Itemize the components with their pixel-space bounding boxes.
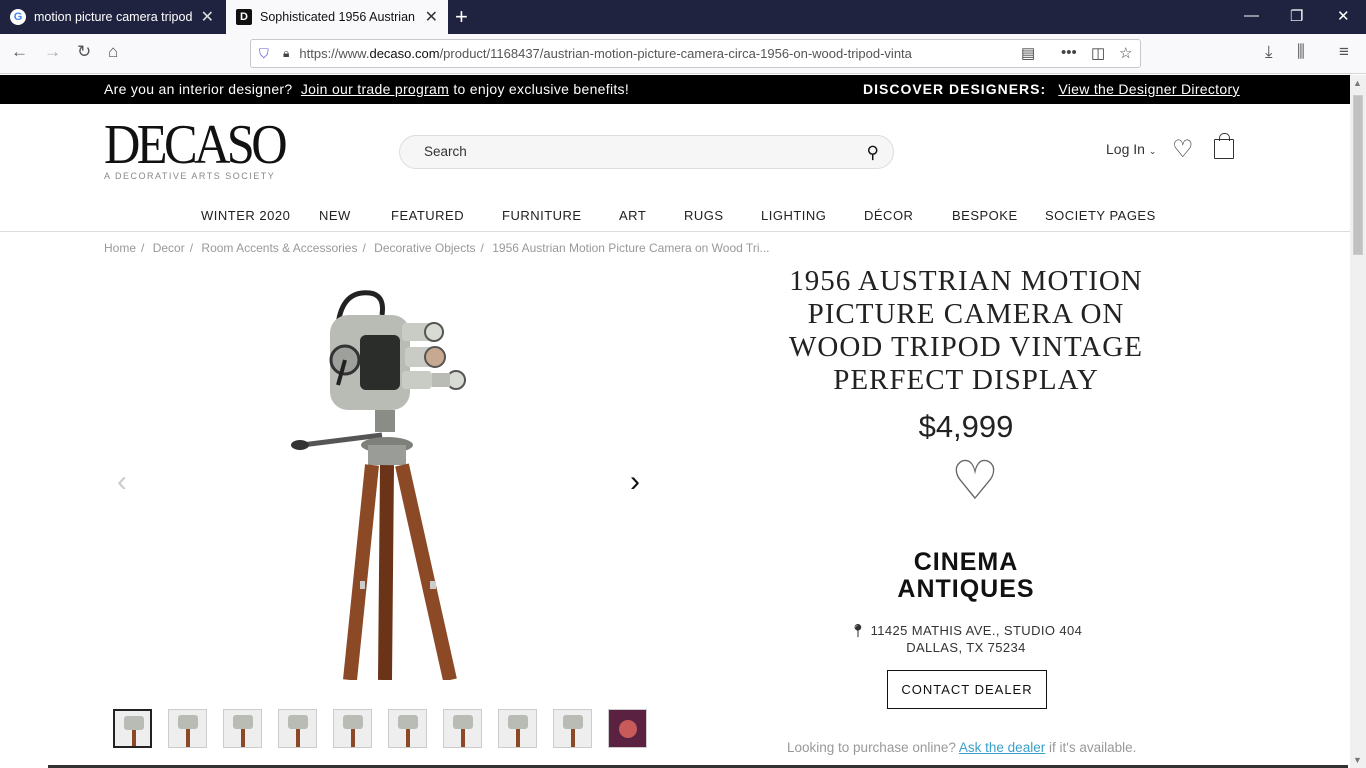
search-input[interactable] xyxy=(424,144,844,159)
scroll-up-icon[interactable]: ▲ xyxy=(1353,78,1362,88)
web-page: Are you an interior designer? Join our t… xyxy=(0,75,1350,768)
thumbnail-10[interactable] xyxy=(608,709,647,748)
reload-icon[interactable]: ↻ xyxy=(77,42,91,62)
downloads-icon[interactable]: ⤓ xyxy=(1265,42,1273,62)
back-icon[interactable]: ← xyxy=(11,42,28,62)
nav-decor[interactable]: DÉCOR xyxy=(864,208,913,223)
breadcrumb: Home / Decor / Room Accents & Accessories /… xyxy=(104,241,770,255)
address-bar[interactable]: ⛉ 🔒︎ https://www.decaso.com/product/1168… xyxy=(250,39,1141,68)
reader-view-icon[interactable]: ▤ xyxy=(1021,44,1035,62)
ask-dealer-link[interactable]: Ask the dealer xyxy=(959,740,1045,755)
purchase-online-note: Looking to purchase online? Ask the deal… xyxy=(787,740,1137,755)
url-text[interactable]: https://www.decaso.com/product/1168437/a… xyxy=(299,46,975,61)
thumbnail-2[interactable] xyxy=(168,709,207,748)
nav-new[interactable]: NEW xyxy=(319,208,351,223)
nav-lighting[interactable]: LIGHTING xyxy=(761,208,826,223)
close-tab-icon[interactable]: ✕ xyxy=(425,7,438,27)
browser-toolbar: ← → ↻ ⌂ ⛉ 🔒︎ https://www.decaso.com/prod… xyxy=(0,34,1366,74)
browser-tab-google[interactable]: G motion picture camera tripod - ✕ xyxy=(0,0,224,34)
home-icon[interactable]: ⌂ xyxy=(108,42,118,62)
restore-icon[interactable]: ❐ xyxy=(1290,7,1303,25)
login-menu[interactable]: Log In ⌄ xyxy=(1106,141,1156,157)
discover-designers: DISCOVER DESIGNERS: View the Designer Di… xyxy=(863,81,1240,97)
library-icon[interactable]: ⫼ xyxy=(1297,42,1305,62)
breadcrumb-home[interactable]: Home xyxy=(104,241,136,255)
designer-directory-link[interactable]: View the Designer Directory xyxy=(1058,81,1239,97)
nav-bespoke[interactable]: BESPOKE xyxy=(952,208,1018,223)
wishlist-heart-icon[interactable]: ♡ xyxy=(1172,135,1194,164)
breadcrumb-room-accents[interactable]: Room Accents & Accessories xyxy=(201,241,357,255)
shopping-bag-icon[interactable] xyxy=(1214,133,1234,159)
browser-tab-decaso[interactable]: D Sophisticated 1956 Austrian Mo ✕ xyxy=(226,0,448,34)
tab-title: Sophisticated 1956 Austrian Mo xyxy=(260,10,419,24)
decaso-favicon-icon: D xyxy=(236,9,252,25)
thumbnail-8[interactable] xyxy=(498,709,537,748)
search-box: ⚲ xyxy=(399,135,894,169)
thumbnail-1[interactable] xyxy=(113,709,152,748)
forward-icon[interactable]: → xyxy=(44,42,61,62)
thumbnail-3[interactable] xyxy=(223,709,262,748)
nav-furniture[interactable]: FURNITURE xyxy=(502,208,582,223)
browser-tab-bar: G motion picture camera tripod - ✕ D Sop… xyxy=(0,0,1366,34)
page-scrollbar[interactable]: ▲ ▼ xyxy=(1350,75,1366,768)
dealer-name[interactable]: CINEMA ANTIQUES xyxy=(780,549,1152,603)
chevron-down-icon: ⌄ xyxy=(1148,146,1157,156)
minimize-icon[interactable]: — xyxy=(1244,7,1259,24)
prev-image-chevron-icon[interactable]: ‹ xyxy=(117,465,127,499)
breadcrumb-current: 1956 Austrian Motion Picture Camera on W… xyxy=(492,241,770,255)
close-window-icon[interactable]: ✕ xyxy=(1337,7,1350,25)
breadcrumb-decor[interactable]: Decor xyxy=(153,241,185,255)
nav-featured[interactable]: FEATURED xyxy=(391,208,464,223)
trade-promo-bar: Are you an interior designer? Join our t… xyxy=(0,75,1350,104)
dealer-address: 📍︎ 11425 MATHIS AVE., STUDIO 404 DALLAS,… xyxy=(849,623,1083,655)
menu-icon[interactable]: ≡ xyxy=(1339,42,1349,62)
breadcrumb-decorative-objects[interactable]: Decorative Objects xyxy=(374,241,475,255)
product-main-image[interactable] xyxy=(290,285,480,680)
contact-dealer-button[interactable]: CONTACT DEALER xyxy=(887,670,1047,709)
pocket-icon[interactable]: ◫ xyxy=(1091,44,1105,62)
scrollbar-thumb[interactable] xyxy=(1353,95,1363,255)
thumbnail-4[interactable] xyxy=(278,709,317,748)
trade-program-link[interactable]: Join our trade program xyxy=(301,81,449,97)
shield-icon[interactable]: ⛉ xyxy=(259,46,275,62)
thumbnail-6[interactable] xyxy=(388,709,427,748)
bookmark-star-icon[interactable]: ☆ xyxy=(1119,44,1132,62)
trade-promo-text: Are you an interior designer? Join our t… xyxy=(104,81,630,97)
decaso-logo[interactable]: DECASO A DECORATIVE ARTS SOCIETY xyxy=(104,117,304,181)
scroll-down-icon[interactable]: ▼ xyxy=(1353,755,1362,765)
nav-rugs[interactable]: RUGS xyxy=(684,208,724,223)
nav-art[interactable]: ART xyxy=(619,208,646,223)
tab-title: motion picture camera tripod - xyxy=(34,10,195,24)
close-tab-icon[interactable]: ✕ xyxy=(201,7,214,27)
nav-winter-2020[interactable]: WINTER 2020 xyxy=(201,208,290,223)
google-favicon-icon: G xyxy=(10,9,26,25)
next-image-chevron-icon[interactable]: › xyxy=(630,465,640,499)
product-price: $4,999 xyxy=(918,409,1014,444)
main-nav: WINTER 2020 NEW FEATURED FURNITURE ART R… xyxy=(0,205,1350,232)
map-pin-icon: 📍︎ xyxy=(849,623,867,638)
nav-society-pages[interactable]: SOCIETY PAGES xyxy=(1045,208,1156,223)
thumbnail-7[interactable] xyxy=(443,709,482,748)
product-title: 1956 AUSTRIAN MOTION PICTURE CAMERA ON W… xyxy=(789,265,1143,396)
search-icon[interactable]: ⚲ xyxy=(867,143,879,163)
lock-icon[interactable]: 🔒︎ xyxy=(283,46,289,61)
favorite-heart-icon[interactable]: ♡ xyxy=(950,454,1000,508)
thumbnail-5[interactable] xyxy=(333,709,372,748)
more-actions-icon[interactable]: ••• xyxy=(1061,44,1077,61)
new-tab-icon[interactable]: + xyxy=(455,4,468,30)
thumbnail-9[interactable] xyxy=(553,709,592,748)
